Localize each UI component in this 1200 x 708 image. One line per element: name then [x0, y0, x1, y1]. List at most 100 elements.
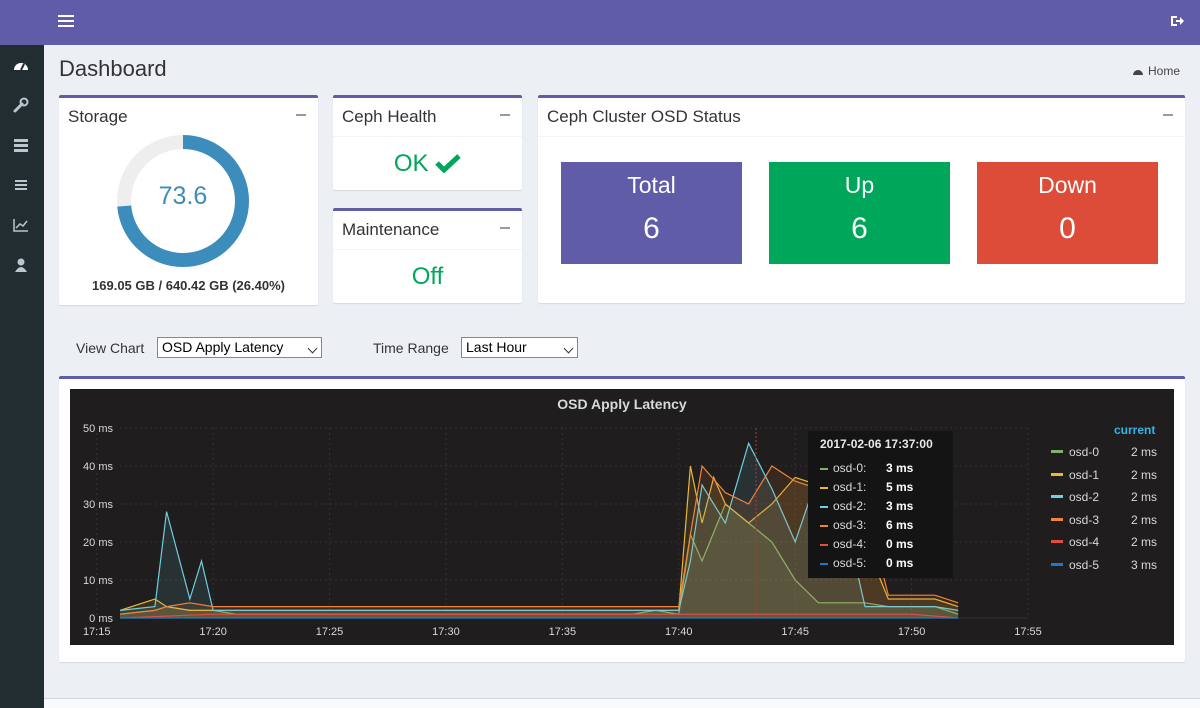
- maintenance-status: Off: [411, 263, 444, 290]
- tile-label: Down: [1038, 172, 1097, 198]
- latency-chart[interactable]: OSD Apply Latency 0 ms 10 ms 20 ms 30 ms 40 …: [70, 389, 1174, 645]
- x-tick-label: 17:15: [83, 626, 111, 638]
- wrench-icon[interactable]: [12, 96, 30, 114]
- list-icon[interactable]: [12, 176, 30, 194]
- sidebar: [0, 45, 44, 708]
- legend-name: osd-4: [1069, 535, 1100, 549]
- x-tick-label: 17:55: [1014, 626, 1042, 638]
- legend-item[interactable]: osd-1 2 ms: [1051, 465, 1171, 485]
- legend-item[interactable]: osd-0 2 ms: [1051, 442, 1171, 462]
- legend-item[interactable]: osd-5 3 ms: [1051, 555, 1171, 575]
- legend-header: current: [1114, 423, 1156, 437]
- tooltip-series: osd-5:: [833, 556, 867, 570]
- y-tick-label: 30 ms: [83, 499, 113, 511]
- x-tick-label: 17:20: [199, 626, 227, 638]
- x-tick-label: 17:35: [549, 626, 577, 638]
- storage-percent: 73.6: [158, 182, 208, 210]
- legend-value: 3 ms: [1130, 557, 1157, 572]
- hamburger-icon[interactable]: [56, 12, 76, 32]
- legend-swatch: [1051, 562, 1063, 566]
- osd-status-title: Ceph Cluster OSD Status: [547, 107, 741, 126]
- x-tick-label: 17:40: [665, 626, 693, 638]
- collapse-button[interactable]: [500, 114, 510, 116]
- tooltip-value: 5 ms: [886, 480, 914, 494]
- view-chart-select[interactable]: OSD Apply Latency: [157, 337, 322, 358]
- tooltip-series: osd-4:: [833, 537, 867, 551]
- page-title: Dashboard: [59, 56, 167, 81]
- tooltip-row: osd-3: 6 ms: [820, 518, 940, 537]
- tooltip-row: osd-0: 3 ms: [820, 461, 940, 480]
- ceph-health-status: OK: [333, 150, 522, 178]
- tooltip-row: osd-1: 5 ms: [820, 480, 940, 499]
- tooltip-series: osd-2:: [833, 499, 867, 513]
- breadcrumb[interactable]: Home: [1132, 64, 1180, 78]
- legend-name: osd-5: [1069, 557, 1100, 572]
- tile-value: 6: [643, 212, 660, 245]
- legend-value: 2 ms: [1130, 467, 1157, 482]
- chevron-down-icon: [307, 343, 318, 354]
- tile-value: 6: [851, 212, 868, 245]
- tooltip-value: 3 ms: [886, 499, 914, 513]
- x-tick-label: 17:30: [432, 626, 460, 638]
- tooltip-series: osd-3:: [833, 518, 867, 532]
- sign-out-icon[interactable]: [1168, 12, 1186, 30]
- chart-title: OSD Apply Latency: [557, 396, 687, 412]
- tooltip-value: 0 ms: [886, 556, 914, 570]
- breadcrumb-home[interactable]: Home: [1148, 64, 1180, 78]
- legend-item[interactable]: osd-4 2 ms: [1051, 532, 1171, 552]
- tooltip-value: 3 ms: [886, 461, 914, 475]
- chevron-down-icon: [563, 343, 574, 354]
- x-tick-label: 17:45: [781, 626, 809, 638]
- tooltip-row: osd-5: 0 ms: [820, 556, 940, 575]
- time-range-label: Time Range: [373, 340, 449, 356]
- tile-value: 0: [1059, 212, 1076, 245]
- legend-value: 2 ms: [1130, 512, 1157, 527]
- legend-item[interactable]: osd-3 2 ms: [1051, 510, 1171, 530]
- maintenance-title: Maintenance: [342, 220, 440, 239]
- storage-summary: 169.05 GB / 640.42 GB (26.40%): [92, 278, 285, 293]
- tooltip-series: osd-0:: [833, 461, 867, 475]
- legend-swatch: [1051, 540, 1063, 543]
- ceph-health-box: Ceph Health OK: [333, 95, 522, 190]
- legend-item[interactable]: osd-2 2 ms: [1051, 487, 1171, 507]
- legend-name: osd-2: [1069, 490, 1100, 504]
- time-range-select[interactable]: Last Hour: [461, 337, 578, 358]
- chart-tooltip: 2017-02-06 17:37:00 osd-0: 3 ms osd-1: 5 ms…: [808, 431, 953, 578]
- tooltip-row: osd-4: 0 ms: [820, 537, 940, 556]
- collapse-button[interactable]: [1163, 114, 1173, 116]
- server-icon[interactable]: [12, 136, 30, 154]
- top-navbar: [0, 0, 1200, 45]
- legend-swatch: [1051, 472, 1063, 476]
- dashboard-icon[interactable]: [12, 56, 30, 74]
- osd-total-tile: Total 6: [561, 162, 742, 264]
- y-tick-label: 50 ms: [83, 423, 113, 435]
- latency-chart-panel: OSD Apply Latency 0 ms 10 ms 20 ms 30 ms 40 …: [70, 389, 1174, 645]
- dashboard-icon: [1132, 70, 1143, 75]
- line-chart-icon[interactable]: [12, 216, 30, 234]
- osd-up-tile: Up 6: [769, 162, 950, 264]
- view-chart-label: View Chart: [76, 340, 145, 356]
- collapse-button[interactable]: [296, 114, 306, 116]
- tooltip-time: 2017-02-06 17:37:00: [820, 437, 933, 451]
- legend-name: osd-1: [1069, 467, 1100, 482]
- tooltip-value: 6 ms: [886, 518, 914, 532]
- tile-label: Total: [627, 172, 676, 198]
- storage-box: Storage 73.6 169.05 GB / 640.42 GB (26.4…: [59, 95, 318, 305]
- collapse-button[interactable]: [500, 227, 510, 229]
- tooltip-value: 0 ms: [886, 537, 914, 551]
- legend-swatch: [1051, 450, 1063, 453]
- tooltip-row: osd-2: 3 ms: [820, 499, 940, 518]
- osd-down-tile: Down 0: [977, 162, 1158, 264]
- check-icon: [435, 154, 461, 174]
- storage-title: Storage: [68, 107, 128, 126]
- ceph-health-title: Ceph Health: [342, 107, 437, 126]
- x-tick-label: 17:50: [898, 626, 926, 638]
- legend-value: 2 ms: [1130, 535, 1157, 549]
- legend-name: osd-0: [1069, 445, 1100, 459]
- tooltip-series: osd-1:: [833, 480, 867, 494]
- user-icon[interactable]: [12, 256, 30, 274]
- legend-name: osd-3: [1069, 512, 1100, 527]
- legend-value: 2 ms: [1130, 490, 1157, 504]
- x-tick-label: 17:25: [316, 626, 344, 638]
- y-tick-label: 20 ms: [83, 537, 113, 549]
